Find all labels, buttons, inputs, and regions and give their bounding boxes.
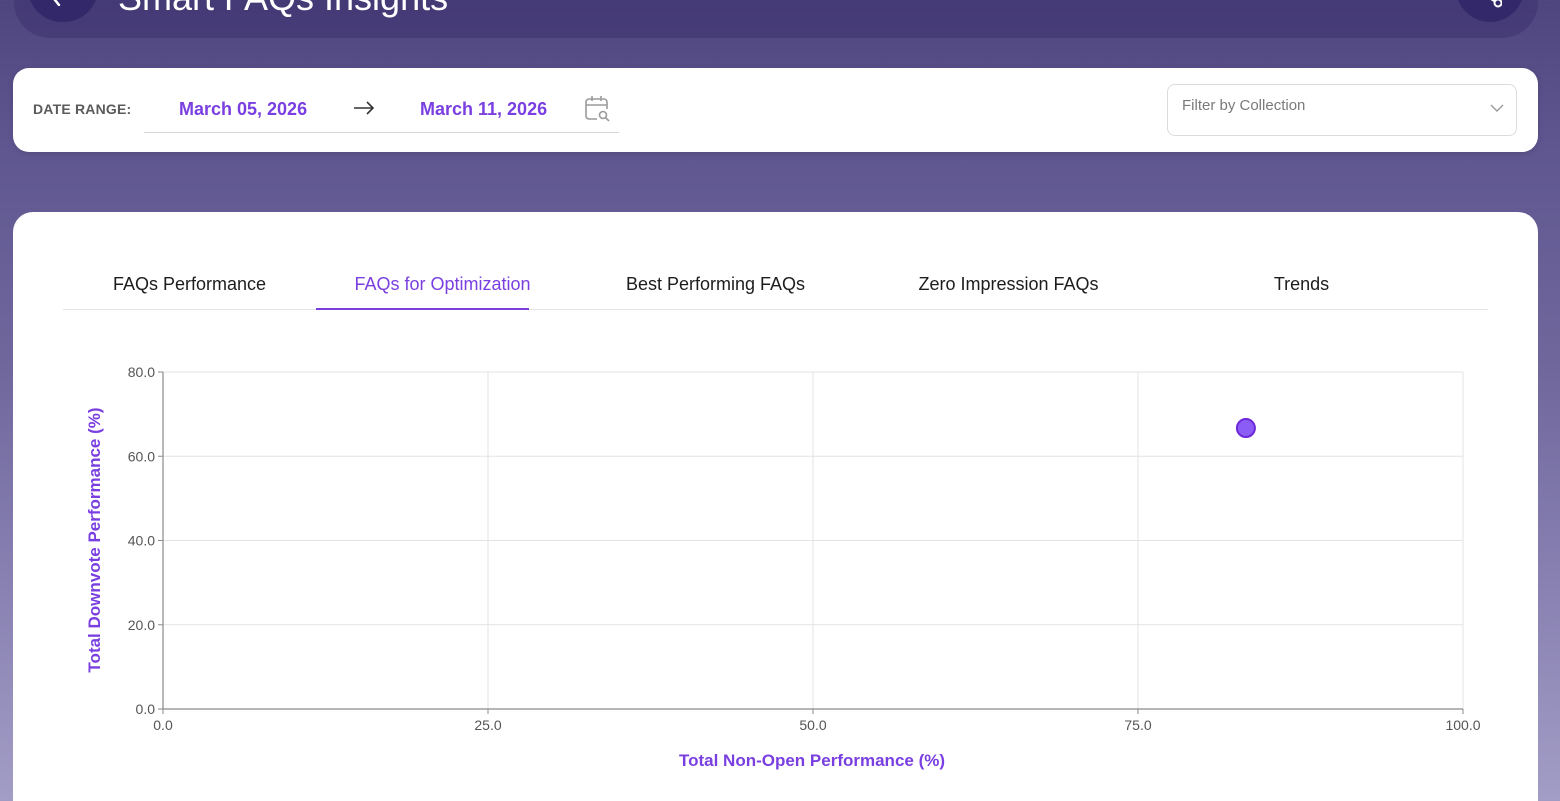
chart-points bbox=[1235, 418, 1256, 439]
page-title: Smart FAQs Insights bbox=[118, 0, 448, 18]
x-tick-label: 25.0 bbox=[474, 717, 501, 733]
collection-filter-placeholder: Filter by Collection bbox=[1182, 97, 1306, 114]
date-range-label: DATE RANGE: bbox=[33, 101, 132, 117]
y-axis-label: Total Downvote Performance (%) bbox=[85, 407, 104, 672]
date-start[interactable]: March 05, 2026 bbox=[179, 99, 307, 120]
main-card: FAQs Performance FAQs for Optimization B… bbox=[13, 212, 1538, 801]
y-tick-label: 40.0 bbox=[128, 533, 155, 549]
x-tick-label: 100.0 bbox=[1445, 717, 1480, 733]
y-tick-label: 60.0 bbox=[128, 448, 155, 464]
chart-ticks: 0.0 25.0 50.0 75.0 100.0 0.0 20.0 40.0 60.0 80.0 bbox=[128, 364, 1481, 733]
filter-card: DATE RANGE: March 05, 2026 March 11, 202… bbox=[13, 68, 1538, 152]
x-tick-label: 0.0 bbox=[153, 717, 173, 733]
y-tick-label: 20.0 bbox=[128, 617, 155, 633]
y-tick-label: 80.0 bbox=[128, 364, 155, 380]
scatter-chart: 0.0 25.0 50.0 75.0 100.00.020.040.060.080.0 … bbox=[85, 364, 1481, 770]
chart-grid bbox=[163, 371, 1464, 709]
scatter-point[interactable] bbox=[1235, 418, 1256, 439]
collection-filter-select[interactable]: Filter by Collection bbox=[1167, 84, 1517, 136]
x-axis-label: Total Non-Open Performance (%) bbox=[679, 751, 945, 770]
date-range-picker[interactable]: March 05, 2026 March 11, 2026 bbox=[144, 88, 619, 133]
arrow-right-icon bbox=[354, 101, 375, 115]
y-tick-label: 0.0 bbox=[136, 701, 156, 717]
x-tick-label: 50.0 bbox=[799, 717, 826, 733]
calendar-search-icon[interactable] bbox=[584, 94, 612, 124]
x-tick-label: 75.0 bbox=[1124, 717, 1151, 733]
share-icon bbox=[1490, 0, 1502, 8]
date-end[interactable]: March 11, 2026 bbox=[420, 99, 547, 120]
back-arrow-icon bbox=[53, 0, 61, 6]
chevron-down-icon bbox=[1490, 104, 1504, 112]
